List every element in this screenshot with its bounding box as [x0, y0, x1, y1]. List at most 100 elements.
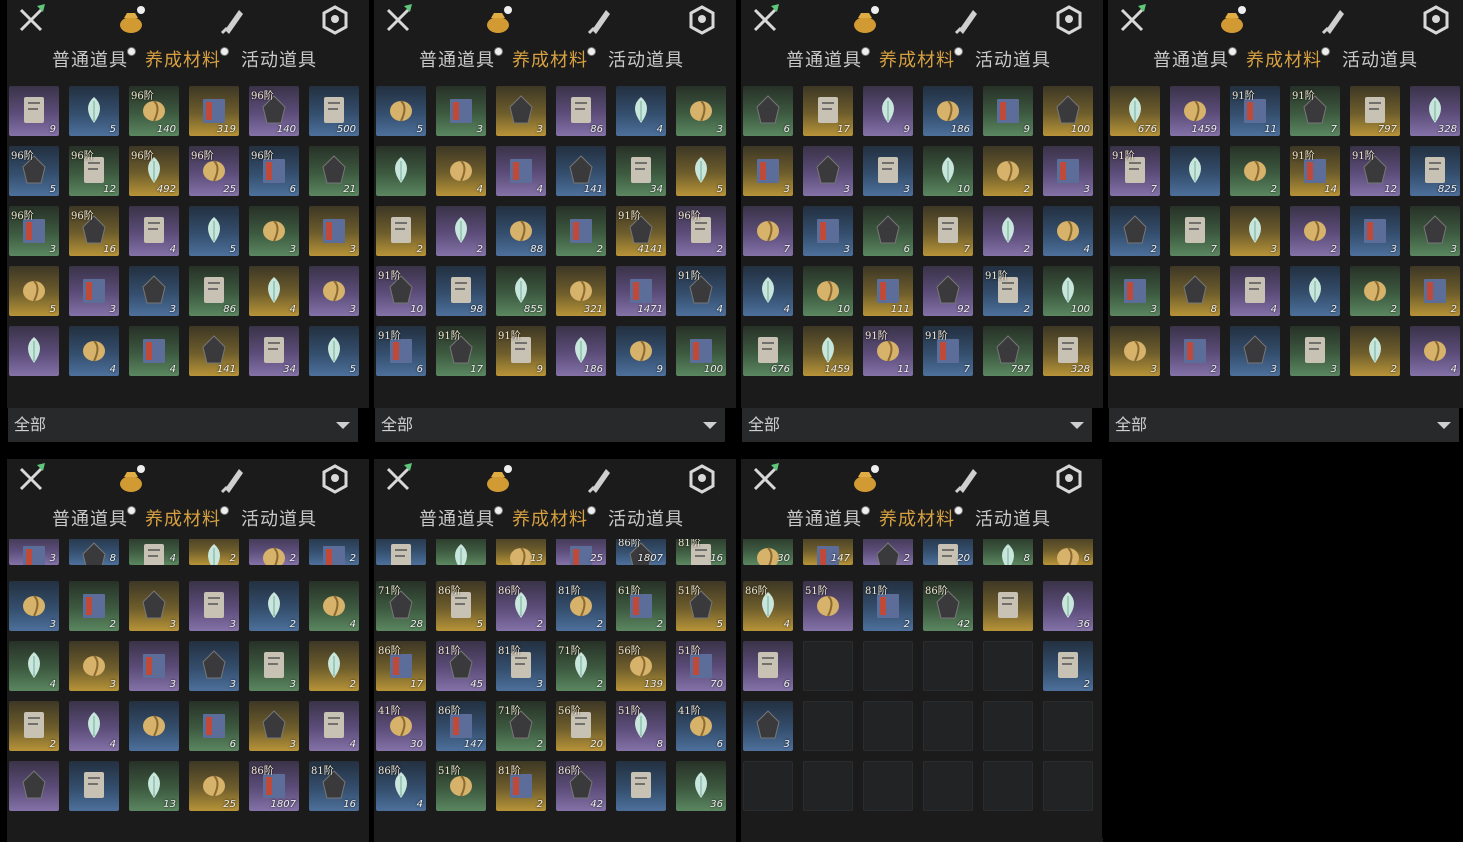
crossed-swords-icon[interactable]	[382, 4, 414, 36]
item-slot[interactable]: 3	[436, 86, 486, 136]
item-slot[interactable]: 2	[1290, 206, 1340, 256]
item-slot[interactable]: 4	[496, 146, 546, 196]
item-slot[interactable]: 86	[556, 86, 606, 136]
item-slot[interactable]: 141	[189, 326, 239, 376]
item-slot[interactable]: 2	[9, 701, 59, 751]
item-slot[interactable]: 41阶 30	[376, 701, 426, 751]
item-slot[interactable]: 3	[9, 539, 59, 565]
item-slot[interactable]: 3	[129, 266, 179, 316]
item-slot[interactable]: 5	[9, 266, 59, 316]
item-slot[interactable]: 81阶 2	[496, 761, 546, 811]
item-slot[interactable]: 91阶 12	[1350, 146, 1400, 196]
tab-0[interactable]: 普通道具	[419, 503, 503, 537]
item-slot[interactable]: 100	[676, 326, 726, 376]
item-slot[interactable]: 25	[556, 539, 606, 565]
item-slot[interactable]: 2	[189, 539, 239, 565]
tab-2[interactable]: 活动道具	[608, 503, 684, 537]
item-slot[interactable]: 7	[1170, 206, 1220, 256]
item-slot[interactable]: 8	[1170, 266, 1220, 316]
crossed-swords-icon[interactable]	[382, 463, 414, 495]
tab-1[interactable]: 养成材料	[145, 503, 229, 537]
item-slot[interactable]: 5	[189, 206, 239, 256]
item-slot[interactable]: 3	[803, 206, 853, 256]
tab-1[interactable]: 养成材料	[879, 44, 963, 78]
item-slot[interactable]: 319	[189, 86, 239, 136]
item-slot[interactable]: 825	[1410, 146, 1460, 196]
item-slot[interactable]: 3	[496, 86, 546, 136]
item-slot[interactable]: 797	[983, 326, 1033, 376]
item-slot[interactable]: 81阶 2	[556, 581, 606, 631]
item-slot[interactable]: 20	[923, 539, 973, 565]
item-slot[interactable]: 51阶 5	[676, 581, 726, 631]
item-slot[interactable]: 2	[863, 539, 913, 565]
item-slot[interactable]: 81阶 2	[863, 581, 913, 631]
gold-pouch-icon[interactable]	[115, 463, 147, 495]
tab-2[interactable]: 活动道具	[975, 44, 1051, 78]
item-slot[interactable]: 3	[9, 581, 59, 631]
token-icon[interactable]	[686, 463, 718, 495]
item-slot[interactable]: 111	[863, 266, 913, 316]
tab-2[interactable]: 活动道具	[608, 44, 684, 78]
scroll-brush-icon[interactable]	[584, 463, 616, 495]
item-slot[interactable]: 91阶 4	[676, 266, 726, 316]
item-slot[interactable]: 91阶 17	[436, 326, 486, 376]
item-slot[interactable]: 9	[983, 86, 1033, 136]
item-slot[interactable]: 96阶 6	[249, 146, 299, 196]
item-slot[interactable]: 86阶 17	[376, 641, 426, 691]
filter-dropdown[interactable]: 全部	[8, 408, 358, 442]
item-slot[interactable]: 86阶 1807	[616, 539, 666, 565]
gold-pouch-icon[interactable]	[115, 4, 147, 36]
item-slot[interactable]: 6	[1043, 539, 1093, 565]
item-slot[interactable]	[863, 641, 913, 691]
scroll-brush-icon[interactable]	[951, 4, 983, 36]
item-slot[interactable]	[803, 641, 853, 691]
scroll-brush-icon[interactable]	[217, 4, 249, 36]
item-slot[interactable]: 56阶 139	[616, 641, 666, 691]
item-slot[interactable]: 2	[1350, 266, 1400, 316]
tab-0[interactable]: 普通道具	[52, 503, 136, 537]
item-slot[interactable]: 86阶 147	[436, 701, 486, 751]
item-slot[interactable]: 100	[1043, 266, 1093, 316]
item-slot[interactable]: 4	[1410, 326, 1460, 376]
item-slot[interactable]: 3	[249, 701, 299, 751]
item-slot[interactable]: 3	[743, 146, 793, 196]
item-slot[interactable]: 91阶 7	[923, 326, 973, 376]
item-slot[interactable]	[743, 761, 793, 811]
item-slot[interactable]: 21	[309, 146, 359, 196]
item-slot[interactable]: 8	[983, 539, 1033, 565]
item-slot[interactable]: 2	[249, 539, 299, 565]
tab-1[interactable]: 养成材料	[1246, 44, 1330, 78]
filter-dropdown[interactable]: 全部	[742, 408, 1092, 442]
item-slot[interactable]: 51阶 8	[616, 701, 666, 751]
item-slot[interactable]: 328	[1410, 86, 1460, 136]
item-slot[interactable]: 4	[249, 266, 299, 316]
tab-1[interactable]: 养成材料	[512, 503, 596, 537]
item-slot[interactable]: 56阶 20	[556, 701, 606, 751]
item-slot[interactable]	[1170, 146, 1220, 196]
item-slot[interactable]: 3	[1043, 146, 1093, 196]
item-slot[interactable]: 96阶 25	[189, 146, 239, 196]
item-slot[interactable]: 3	[1410, 206, 1460, 256]
item-slot[interactable]: 71阶 28	[376, 581, 426, 631]
item-slot[interactable]	[376, 539, 426, 565]
item-slot[interactable]: 96阶 140	[249, 86, 299, 136]
item-slot[interactable]: 34	[249, 326, 299, 376]
item-slot[interactable]: 4	[436, 146, 486, 196]
item-slot[interactable]: 1459	[1170, 86, 1220, 136]
crossed-swords-icon[interactable]	[749, 4, 781, 36]
item-slot[interactable]: 2	[556, 206, 606, 256]
item-slot[interactable]: 2	[1230, 146, 1280, 196]
item-slot[interactable]: 5	[676, 146, 726, 196]
item-slot[interactable]: 91阶 10	[376, 266, 426, 316]
item-slot[interactable]: 1459	[803, 326, 853, 376]
item-slot[interactable]	[863, 701, 913, 751]
item-slot[interactable]: 96阶 5	[9, 146, 59, 196]
token-icon[interactable]	[686, 4, 718, 36]
item-slot[interactable]: 2	[376, 206, 426, 256]
tab-0[interactable]: 普通道具	[52, 44, 136, 78]
item-slot[interactable]: 91阶 9	[496, 326, 546, 376]
tab-0[interactable]: 普通道具	[786, 44, 870, 78]
crossed-swords-icon[interactable]	[15, 4, 47, 36]
item-slot[interactable]: 81阶 16	[676, 539, 726, 565]
item-slot[interactable]: 91阶 14	[1290, 146, 1340, 196]
